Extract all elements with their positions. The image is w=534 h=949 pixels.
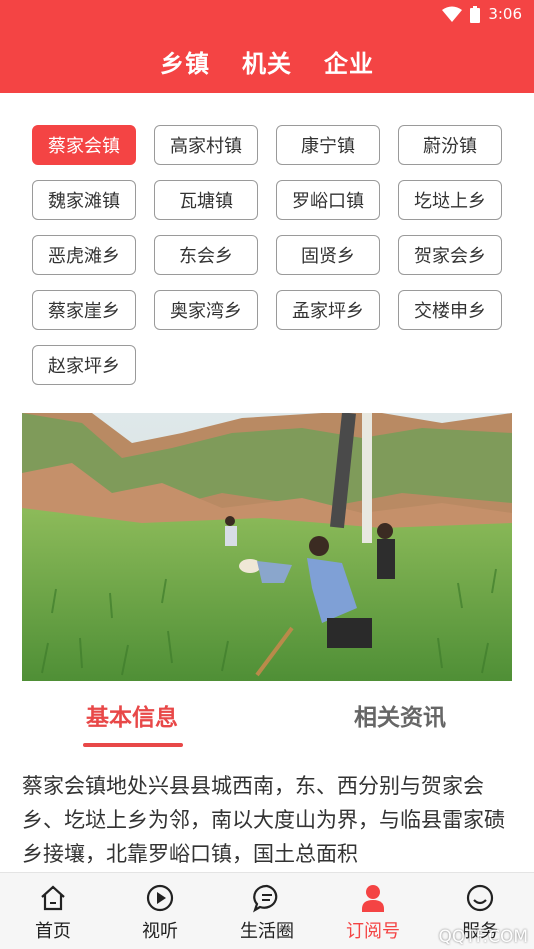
town-tag[interactable]: 固贤乡 — [276, 235, 380, 275]
town-tag[interactable]: 孟家坪乡 — [276, 290, 380, 330]
tab-agencies[interactable]: 机关 — [242, 44, 292, 79]
town-tag[interactable]: 圪垯上乡 — [398, 180, 502, 220]
info-subtabs: 基本信息 相关资讯 — [0, 692, 534, 752]
tab-towns[interactable]: 乡镇 — [160, 44, 210, 79]
watermark: QQTF.COM — [438, 927, 528, 947]
service-icon — [466, 884, 494, 912]
town-tag[interactable]: 奥家湾乡 — [154, 290, 258, 330]
nav-home[interactable]: 首页 — [8, 883, 98, 945]
town-tag[interactable]: 罗峪口镇 — [276, 180, 380, 220]
play-icon — [146, 884, 174, 912]
subtab-related-news[interactable]: 相关资讯 — [354, 698, 446, 732]
subscription-icon — [362, 885, 384, 912]
town-tag[interactable]: 魏家滩镇 — [32, 180, 136, 220]
town-description: 蔡家会镇地处兴县县城西南，东、西分别与贺家会乡、圪垯上乡为邻，南以大度山为界，与… — [22, 774, 505, 866]
town-tag[interactable]: 贺家会乡 — [398, 235, 502, 275]
nav-subscription[interactable]: 订阅号 — [328, 883, 418, 945]
status-bar: 3:06 — [0, 0, 534, 30]
subtab-basic-info[interactable]: 基本信息 — [86, 698, 178, 732]
nav-subscription-label: 订阅号 — [346, 921, 400, 942]
town-tag[interactable]: 蔚汾镇 — [398, 125, 502, 165]
town-tag[interactable]: 东会乡 — [154, 235, 258, 275]
town-photo — [22, 413, 512, 681]
nav-life-circle-label: 生活圈 — [240, 921, 294, 942]
town-tag[interactable]: 瓦塘镇 — [154, 180, 258, 220]
bottom-navigation: 首页 视听 生活圈 订阅号 服务 QQTF.COM — [0, 872, 534, 949]
nav-life-circle[interactable]: 生活圈 — [222, 883, 312, 945]
active-subtab-indicator — [83, 743, 183, 747]
town-tag-selected[interactable]: 蔡家会镇 — [32, 125, 136, 165]
town-info-screen: 3:06 乡镇 机关 企业 蔡家会镇 高家村镇 康宁镇 蔚汾镇 魏家滩镇 瓦塘镇… — [0, 0, 534, 949]
nav-video[interactable]: 视听 — [115, 883, 205, 945]
town-tag[interactable]: 交楼申乡 — [398, 290, 502, 330]
home-icon — [41, 885, 65, 911]
chat-icon — [253, 884, 278, 913]
tab-enterprises[interactable]: 企业 — [324, 44, 374, 79]
nav-video-label: 视听 — [142, 921, 178, 942]
battery-icon — [470, 5, 481, 23]
town-tag[interactable]: 恶虎滩乡 — [32, 235, 136, 275]
town-tag[interactable]: 高家村镇 — [154, 125, 258, 165]
town-tag[interactable]: 蔡家崖乡 — [32, 290, 136, 330]
category-tabs: 乡镇 机关 企业 — [0, 30, 534, 93]
town-tag[interactable]: 康宁镇 — [276, 125, 380, 165]
wifi-icon — [442, 6, 463, 22]
nav-home-label: 首页 — [35, 921, 71, 942]
status-time: 3:06 — [488, 5, 522, 23]
town-tag[interactable]: 赵家坪乡 — [32, 345, 136, 385]
